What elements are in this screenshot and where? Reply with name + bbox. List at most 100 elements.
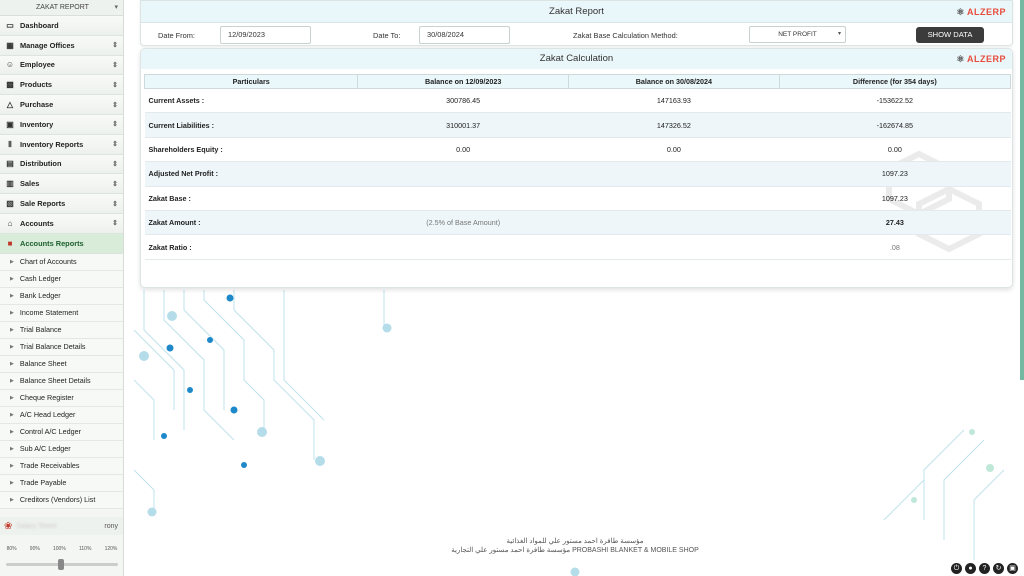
sidebar-item-purchase[interactable]: △ Purchase ⇕: [0, 95, 123, 115]
submenu-item-trial-balance-details[interactable]: ▶ Trial Balance Details: [0, 339, 123, 356]
table-row: Zakat Base : 1097.23: [144, 186, 1011, 211]
sidebar-item-label: Sales: [20, 179, 40, 189]
submenu-item-trade-payable[interactable]: ▶ Trade Payable: [0, 475, 123, 492]
submenu-item-cheque-register[interactable]: ▶ Cheque Register: [0, 390, 123, 407]
row-label: Adjusted Net Profit :: [144, 161, 358, 187]
chevron-down-icon: ▾: [837, 31, 841, 37]
table-row: Shareholders Equity :0.00 0.00 0.00: [144, 137, 1011, 163]
sidebar-item-sale-reports[interactable]: ▧ Sale Reports ⇕: [0, 194, 123, 214]
submenu-item-bank-ledger[interactable]: ▶ Bank Ledger: [0, 288, 123, 305]
submenu-item-creditors-vendors-list[interactable]: ▶ Creditors (Vendors) List: [0, 492, 123, 509]
sidebar-item-label: Sale Reports: [20, 199, 66, 209]
user-short-name: rony: [104, 522, 118, 530]
calc-title-bar: Zakat Calculation ⚛ ALZERP: [141, 49, 1012, 69]
sidebar-item-label: Inventory: [20, 119, 54, 129]
accounts-reports-submenu: ▶ Chart of Accounts ▶ Cash Ledger ▶ Bank Ledg…: [0, 253, 123, 509]
submenu-item-chart-of-accounts[interactable]: ▶ Chart of Accounts: [0, 254, 123, 271]
column-header: Difference (for 354 days): [778, 74, 1012, 89]
cell-value: [568, 161, 780, 187]
zoom-level-label[interactable]: 110%: [79, 546, 91, 552]
cell-value: -162674.85: [779, 112, 1011, 138]
submenu-item-trade-receivables[interactable]: ▶ Trade Receivables: [0, 458, 123, 475]
cell-value: .08: [779, 234, 1011, 260]
sidebar-item-products[interactable]: ▩ Products ⇕: [0, 75, 123, 96]
table-row: Current Liabilities :310001.37 147326.52-…: [144, 112, 1011, 138]
sidebar-item-sales[interactable]: ▥ Sales ⇕: [0, 174, 123, 195]
bullet-icon: ▶: [10, 309, 14, 316]
sidebar-item-dashboard[interactable]: ▭ Dashboard: [0, 16, 123, 36]
sidebar-item-accounts[interactable]: ⌂ Accounts ⇕: [0, 213, 123, 234]
submenu-item-label: Sub A/C Ledger: [19, 444, 71, 454]
submenu-item-balance-sheet[interactable]: ▶ Balance Sheet: [0, 356, 123, 373]
sidebar-item-label: Employee: [20, 60, 55, 70]
power-icon[interactable]: ⏻: [951, 563, 962, 574]
expand-arrows-icon: ⇕: [112, 220, 118, 228]
refresh-icon[interactable]: ↻: [993, 563, 1004, 574]
submenu-item-income-statement[interactable]: ▶ Income Statement: [0, 305, 123, 322]
cell-value: 1097.23: [779, 161, 1011, 187]
book-icon: ▤: [6, 159, 14, 169]
submenu-item-control-a-c-ledger[interactable]: ▶ Control A/C Ledger: [0, 424, 123, 441]
table-row: Adjusted Net Profit : 1097.23: [144, 161, 1011, 187]
sidebar-item-inventory[interactable]: ▣ Inventory ⇕: [0, 114, 123, 135]
submenu-item-label: Creditors (Vendors) List: [19, 495, 96, 505]
date-to-input[interactable]: 30/08/2024: [419, 26, 510, 44]
cell-value: 147326.52: [568, 112, 780, 138]
fullscreen-icon[interactable]: ▣: [1007, 563, 1018, 574]
zakat-calculation-panel: Zakat Calculation ⚛ ALZERP Particulars Ba…: [140, 48, 1013, 288]
sidebar-menu: ▭ Dashboard ▦ Manage Offices ⇕ ☺ Employee ⇕ ▩ Pro…: [0, 16, 123, 254]
zoom-level-label[interactable]: 100%: [53, 546, 66, 552]
brand-logo: ⚛ ALZERP: [956, 1, 1006, 23]
report-title-bar: Zakat Report ⚛ ALZERP: [141, 1, 1012, 23]
date-from-input[interactable]: 12/09/2023: [220, 26, 311, 44]
zakat-table: Particulars Balance on 12/09/2023 Balance …: [143, 74, 1012, 260]
cell-value: (2.5% of Base Amount): [357, 210, 569, 236]
sidebar-item-accounts-reports[interactable]: ■ Accounts Reports: [0, 233, 123, 254]
submenu-item-trial-balance[interactable]: ▶ Trial Balance: [0, 322, 123, 339]
submenu-item-sub-a-c-ledger[interactable]: ▶ Sub A/C Ledger: [0, 441, 123, 458]
zoom-level-label[interactable]: 90%: [30, 546, 40, 552]
show-data-button[interactable]: SHOW DATA: [916, 27, 984, 43]
globe-icon[interactable]: ●: [965, 563, 976, 574]
submenu-item-cash-ledger[interactable]: ▶ Cash Ledger: [0, 271, 123, 288]
cell-value: -153622.52: [779, 88, 1011, 114]
expand-arrows-icon: ⇕: [112, 141, 118, 149]
cell-value: 0.00: [568, 137, 780, 163]
zoom-slider-thumb[interactable]: [58, 559, 64, 570]
cart-icon: △: [6, 100, 14, 110]
submenu-item-a-c-head-ledger[interactable]: ▶ A/C Head Ledger: [0, 407, 123, 424]
box-icon: ▣: [6, 119, 14, 129]
expand-arrows-icon: ⇕: [112, 160, 118, 168]
table-row: Current Assets :300786.45 147163.93 -15362…: [144, 88, 1011, 114]
report-filter-panel: Zakat Report ⚛ ALZERP Date From: 12/09/2…: [140, 0, 1013, 46]
bullet-icon: ▶: [10, 326, 14, 333]
table-row: Zakat Ratio : .08: [144, 234, 1011, 260]
sidebar-item-label: Accounts Reports: [20, 238, 84, 248]
help-icon[interactable]: ?: [979, 563, 990, 574]
sidebar-title[interactable]: ZAKAT REPORT ▾: [0, 0, 123, 16]
zoom-level-label[interactable]: 120%: [105, 546, 118, 552]
submenu-item-label: Bank Ledger: [19, 291, 61, 301]
row-label: Zakat Ratio :: [144, 234, 358, 260]
sidebar-item-label: Dashboard: [20, 20, 59, 30]
sidebar-item-inventory-reports[interactable]: Ⅱ Inventory Reports ⇕: [0, 134, 123, 155]
scrollbar[interactable]: [1020, 0, 1024, 380]
bar-chart-icon: Ⅱ: [8, 139, 12, 149]
cell-value: [568, 234, 780, 260]
bullet-icon: ▶: [10, 292, 14, 299]
bullet-icon: ▶: [10, 360, 14, 367]
sidebar-item-employee[interactable]: ☺ Employee ⇕: [0, 55, 123, 76]
sidebar-item-manage-offices[interactable]: ▦ Manage Offices ⇕: [0, 35, 123, 56]
bank-icon: ⌂: [7, 218, 13, 228]
method-label: Zakat Base Calculation Method:: [573, 31, 678, 40]
expand-arrows-icon: ⇕: [112, 200, 118, 208]
bullet-icon: ▶: [10, 496, 14, 503]
expand-arrows-icon: ⇕: [112, 101, 118, 109]
zoom-level-label[interactable]: 80%: [7, 546, 17, 552]
user-row[interactable]: ❀ Salary Sheet rony: [0, 517, 123, 535]
caret-down-icon: ▾: [114, 4, 118, 11]
method-select[interactable]: NET PROFIT ▾: [749, 26, 846, 43]
sidebar-item-distribution[interactable]: ▤ Distribution ⇕: [0, 154, 123, 175]
user-logo-icon: ❀: [4, 520, 13, 532]
submenu-item-balance-sheet-details[interactable]: ▶ Balance Sheet Details: [0, 373, 123, 390]
